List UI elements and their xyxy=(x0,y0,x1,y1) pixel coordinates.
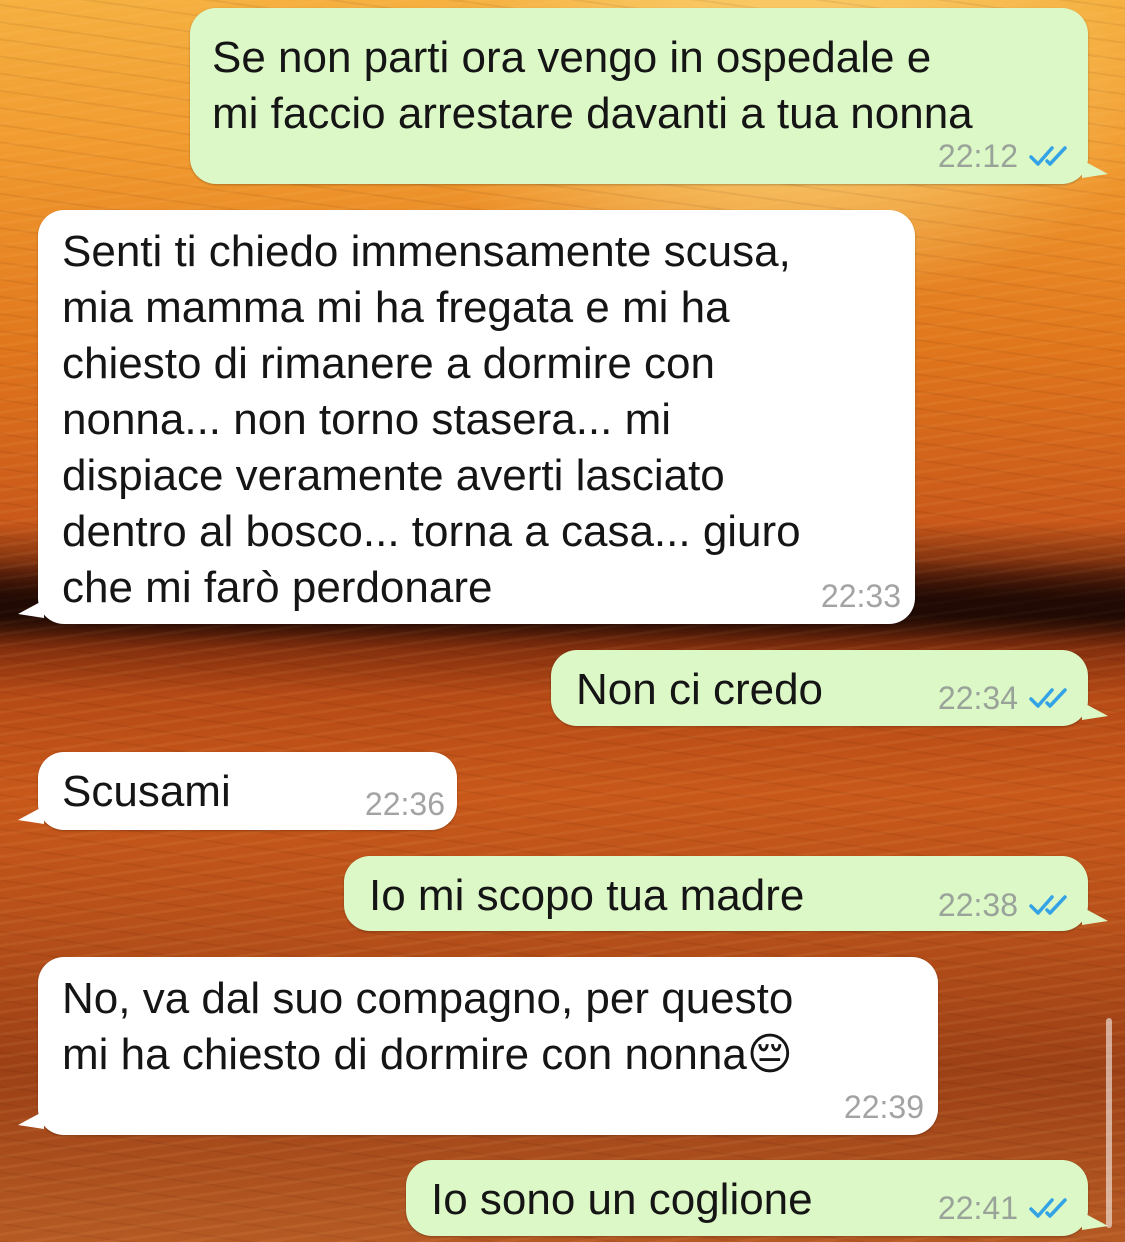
message-timestamp: 22:41 xyxy=(937,1190,1018,1226)
message-meta: 22:38 xyxy=(938,887,1074,923)
message-text-body: No, va dal suo compagno, per questo mi h… xyxy=(62,974,794,1079)
pensive-face-emoji: 😔 xyxy=(746,1030,793,1079)
message-meta: 22:34 xyxy=(938,680,1074,716)
message-meta: 22:33 xyxy=(821,578,901,614)
bubble-tail xyxy=(1082,907,1108,925)
message-bubble-incoming[interactable]: Scusami 22:36 xyxy=(18,752,457,830)
message-text: No, va dal suo compagno, per questo mi h… xyxy=(62,971,793,1083)
message-bubble-outgoing[interactable]: Non ci credo 22:34 xyxy=(551,650,1108,726)
bubble-tail xyxy=(18,600,44,618)
double-check-read-icon xyxy=(1029,146,1067,166)
double-check-read-icon xyxy=(1029,1198,1067,1218)
bubble-tail xyxy=(18,1111,44,1129)
message-meta: 22:12 xyxy=(938,138,1074,174)
message-bubble-outgoing[interactable]: Io sono un coglione 22:41 xyxy=(406,1160,1108,1236)
bubble-tail xyxy=(1082,1212,1108,1230)
message-text: Senti ti chiedo immensamente scusa, mia … xyxy=(62,227,801,612)
double-check-read-icon xyxy=(1029,688,1067,708)
message-timestamp: 22:34 xyxy=(937,680,1018,716)
message-timestamp: 22:38 xyxy=(937,887,1018,923)
double-check-read-icon xyxy=(1029,895,1067,915)
message-text: Io sono un coglione xyxy=(431,1175,813,1224)
message-text: Non ci credo xyxy=(576,665,824,714)
message-bubble-outgoing[interactable]: Io mi scopo tua madre 22:38 xyxy=(344,856,1108,931)
message-timestamp: 22:36 xyxy=(364,786,445,822)
message-text: Io mi scopo tua madre xyxy=(369,871,805,920)
scroll-indicator[interactable] xyxy=(1106,1018,1112,1228)
message-bubble-outgoing[interactable]: Se non parti ora vengo in ospedale e mi … xyxy=(190,8,1108,184)
message-timestamp: 22:12 xyxy=(937,138,1018,174)
message-list[interactable]: Se non parti ora vengo in ospedale e mi … xyxy=(0,0,1125,1242)
bubble-tail xyxy=(18,806,44,824)
bubble-tail xyxy=(1082,160,1108,178)
message-meta: 22:39 xyxy=(844,1089,924,1125)
message-bubble-incoming[interactable]: Senti ti chiedo immensamente scusa, mia … xyxy=(18,210,915,624)
message-text: Se non parti ora vengo in ospedale e mi … xyxy=(212,33,973,138)
bubble-tail xyxy=(1082,702,1108,720)
message-meta: 22:36 xyxy=(365,786,445,822)
message-timestamp: 22:33 xyxy=(820,578,901,614)
message-meta: 22:41 xyxy=(938,1190,1074,1226)
message-timestamp: 22:39 xyxy=(843,1089,924,1125)
message-text: Scusami xyxy=(62,767,231,816)
message-bubble-incoming[interactable]: No, va dal suo compagno, per questo mi h… xyxy=(18,957,938,1135)
